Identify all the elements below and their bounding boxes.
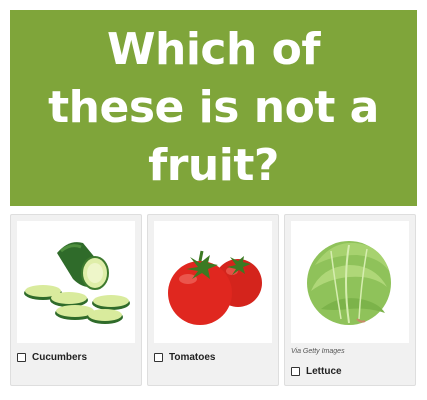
image-credit: Via Getty Images	[291, 348, 345, 355]
lettuce-image[interactable]	[291, 221, 409, 343]
option-label-lettuce: Lettuce	[306, 366, 342, 377]
option-card-tomatoes[interactable]: Tomatoes	[147, 214, 279, 386]
option-row-cucumbers[interactable]: Cucumbers	[17, 352, 87, 363]
option-label-cucumbers: Cucumbers	[32, 352, 88, 363]
tomato-image[interactable]	[154, 221, 272, 343]
checkbox-tomatoes[interactable]	[154, 353, 163, 362]
option-row-lettuce[interactable]: Lettuce	[291, 366, 342, 377]
cucumber-image[interactable]	[17, 221, 135, 343]
option-row-tomatoes[interactable]: Tomatoes	[154, 352, 216, 363]
answer-options: Cucumbers Tomatoes Via Getty Images Lett…	[10, 214, 417, 388]
checkbox-lettuce[interactable]	[291, 367, 300, 376]
question-banner: Which of these is not a fruit?	[10, 10, 417, 206]
option-card-lettuce[interactable]: Via Getty Images Lettuce	[284, 214, 416, 386]
question-title: Which of these is not a fruit?	[48, 24, 379, 191]
option-card-cucumbers[interactable]: Cucumbers	[10, 214, 142, 386]
checkbox-cucumbers[interactable]	[17, 353, 26, 362]
option-label-tomatoes: Tomatoes	[169, 352, 216, 363]
